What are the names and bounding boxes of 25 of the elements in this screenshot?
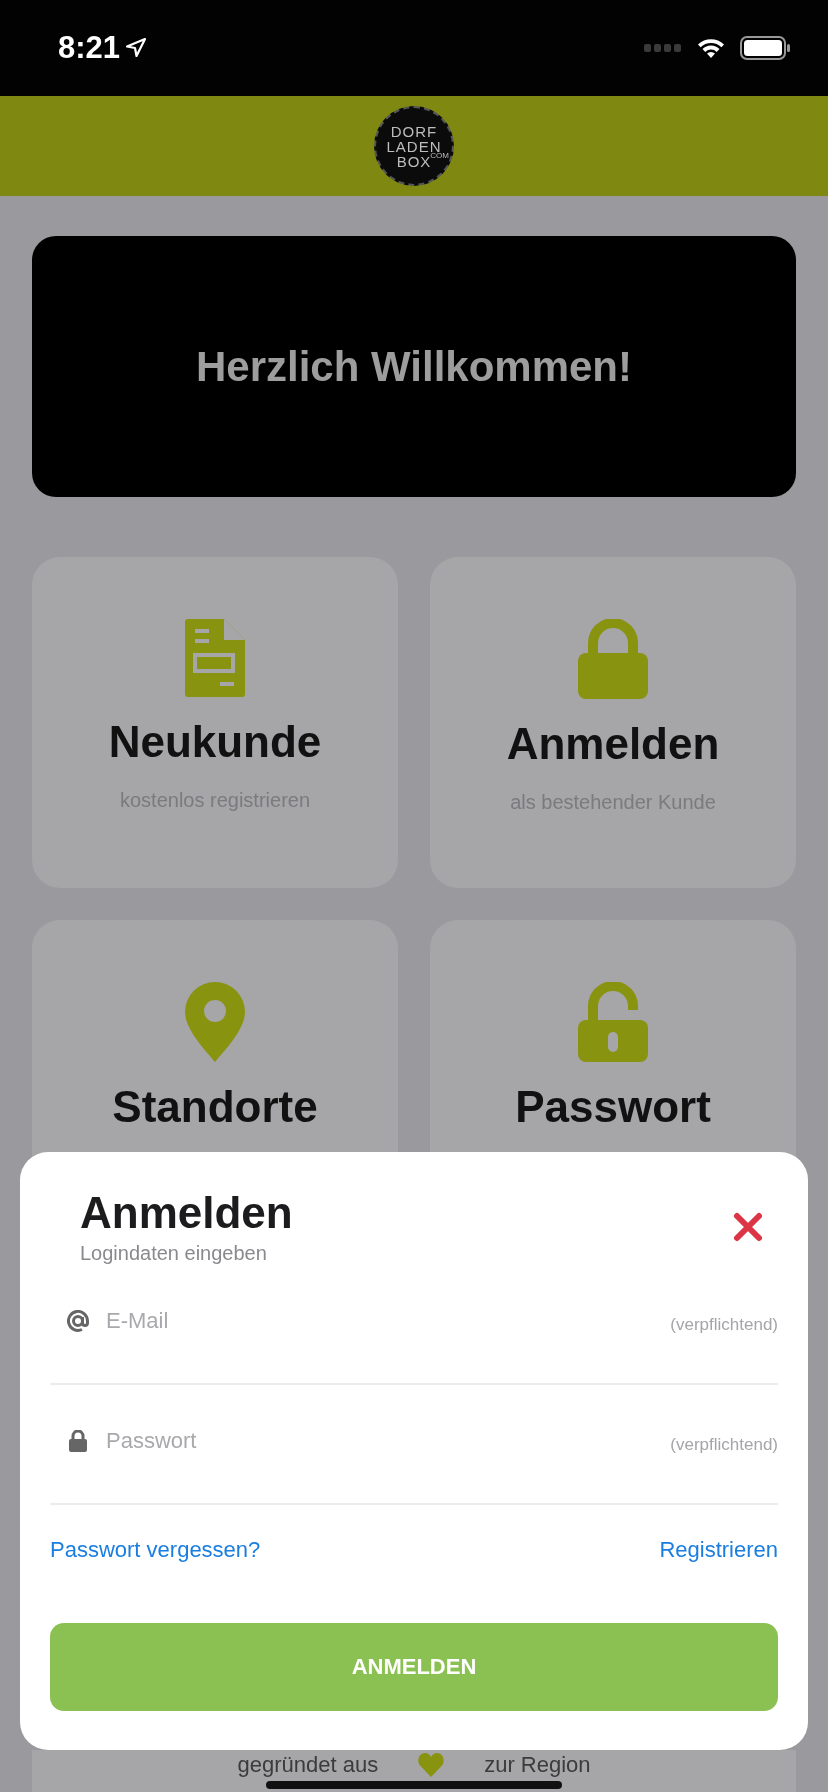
heart-icon (418, 1753, 445, 1777)
unlocked-lock-icon (578, 982, 648, 1062)
location-pin-icon (185, 982, 245, 1062)
tile-title: Anmelden (506, 719, 720, 769)
welcome-title: Herzlich Willkommen! (195, 342, 632, 391)
close-button[interactable] (732, 1210, 764, 1243)
tile-title: Neukunde (108, 717, 322, 767)
required-hint: (verpflichtend) (670, 1315, 778, 1335)
footer-text: zur Region (484, 1752, 591, 1778)
sheet-title: Anmelden (80, 1188, 293, 1238)
text-link[interactable]: Passwort vergessen? (50, 1537, 261, 1563)
text-link[interactable]: Registrieren (659, 1537, 778, 1563)
required-hint: (verpflichtend) (670, 1435, 778, 1455)
battery-icon (740, 36, 790, 60)
footer-text: gegründet aus (237, 1752, 379, 1778)
tile-title: Passwort (515, 1082, 711, 1132)
location-arrow-icon (126, 38, 147, 58)
lock-icon (69, 1430, 87, 1452)
signal-icon (644, 43, 682, 53)
at-sign-icon (67, 1310, 89, 1332)
status-time: 8:21 (58, 30, 121, 66)
lock-icon (578, 619, 648, 699)
wifi-icon (696, 37, 726, 59)
tile-title: Standorte (112, 1082, 318, 1132)
document-icon (185, 619, 245, 697)
